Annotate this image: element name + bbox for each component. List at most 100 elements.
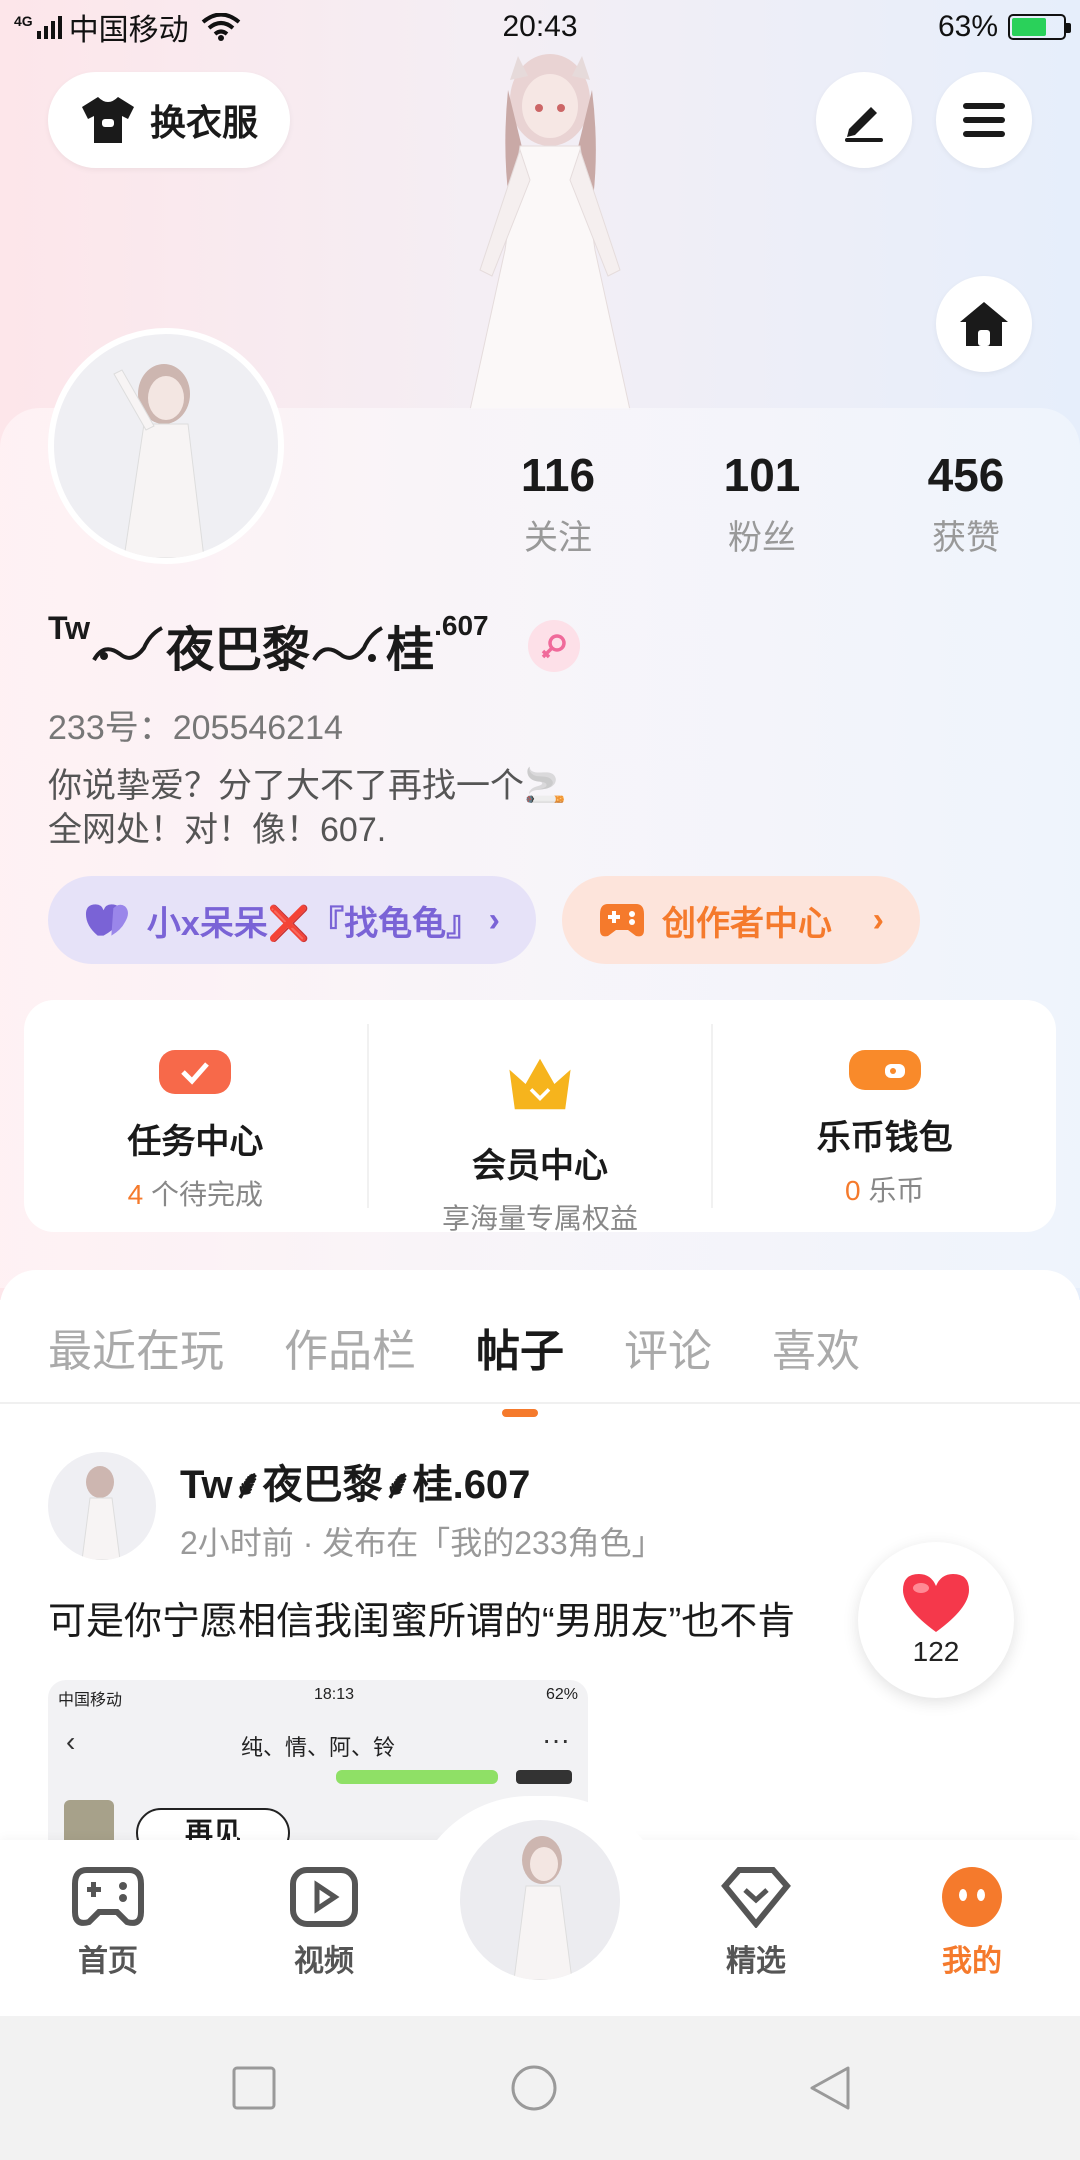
home-circle-icon[interactable] [510, 2064, 558, 2112]
pen-icon [845, 107, 883, 142]
bio: 你说挚爱？分了大不了再找一个🚬 全网处！对！像！607. [48, 764, 566, 852]
wallet[interactable]: 乐币钱包 0 乐币 [711, 1024, 1056, 1208]
nickname: Tw 夜巴黎 桂 .607 [48, 610, 489, 680]
wifi-icon [201, 13, 240, 41]
like-count: 122 [912, 1636, 960, 1667]
crown-glyph [509, 1058, 571, 1110]
stat-likes[interactable]: 456 获赞 [876, 448, 1056, 559]
heart-icon [903, 1574, 969, 1632]
stat-fans-label: 粉丝 [728, 519, 796, 557]
nav-home-label: 首页 [78, 1945, 138, 1978]
gamepad-icon [72, 1867, 144, 1926]
ornament-icon [312, 626, 384, 662]
wallet-count: 0 [845, 1175, 861, 1206]
stat-following[interactable]: 116 关注 [468, 448, 648, 559]
stat-likes-label: 获赞 [932, 519, 1000, 557]
post-time: 2小时前 [180, 1525, 294, 1561]
post-image-status-bar: 中国移动 18:13 62% [58, 1686, 578, 1710]
nickname-part1: 夜巴黎 [166, 624, 311, 677]
female-icon [541, 634, 566, 659]
gamepad-icon [600, 904, 644, 937]
post-published-in[interactable]: 发布在「我的233角色」 [322, 1525, 663, 1561]
bio-line-2: 全网处！对！像！607. [48, 811, 387, 849]
heart-shield-icon [721, 1867, 791, 1928]
post-avatar[interactable] [48, 1452, 156, 1560]
back-triangle-icon[interactable] [806, 2064, 854, 2112]
status-right: 63% [937, 10, 1071, 44]
nav-video[interactable]: 视频 [249, 1866, 399, 1980]
face-icon [942, 1867, 1002, 1927]
nav-home[interactable]: 首页 [33, 1866, 183, 1980]
post-image-carrier: 中国移动 [58, 1692, 123, 1709]
stat-fans[interactable]: 101 粉丝 [672, 448, 852, 559]
nav-center-avatar[interactable] [456, 1816, 624, 1984]
post-text[interactable]: 可是你宁愿相信我闺蜜所谓的“男朋友”也不肯 [48, 1590, 868, 1645]
chat-bubble-green [336, 1770, 498, 1784]
center-avatar-figure [513, 1836, 573, 1980]
creator-center-label: 创作者中心 [662, 904, 832, 943]
crown-icon [504, 1050, 576, 1118]
stat-likes-value: 456 [927, 449, 1005, 501]
home-icon [960, 302, 1008, 346]
wallet-title: 乐币钱包 [816, 1119, 953, 1157]
recents-icon[interactable] [230, 2064, 278, 2112]
bio-line-1: 你说挚爱？分了大不了再找一个🚬 [48, 767, 567, 805]
menu-button[interactable] [936, 72, 1032, 168]
vip-center[interactable]: 会员中心 享海量专属权益 [366, 1024, 712, 1234]
tab-posts[interactable]: 帖子 [476, 1315, 564, 1417]
task-center-count: 4 [127, 1179, 144, 1210]
double-heart-icon [85, 904, 128, 936]
edit-button[interactable] [816, 72, 912, 168]
calendar-check-icon [159, 1050, 232, 1094]
gender-badge [528, 620, 580, 672]
status-left: 4G 中国移动 [14, 5, 241, 49]
dress-up-button[interactable]: 换衣服 [48, 72, 290, 168]
ornament-icon [92, 626, 164, 662]
nav-mine[interactable]: 我的 [897, 1866, 1047, 1980]
nickname-suffix: .607 [434, 610, 489, 641]
dress-up-label: 换衣服 [149, 102, 258, 143]
vip-center-sub: 享海量专属权益 [442, 1203, 639, 1234]
like-button[interactable]: 122 [858, 1542, 1014, 1698]
post-avatar-figure [81, 1466, 121, 1560]
signal-icon [36, 16, 62, 39]
carrier-name: 中国移动 [68, 14, 189, 47]
battery-percent: 63% [937, 10, 998, 43]
calendar-check-glyph [181, 1062, 210, 1085]
avatar-figure [113, 364, 205, 558]
battery-fill [1012, 18, 1047, 36]
stat-fans-value: 101 [723, 449, 801, 501]
stat-following-value: 116 [520, 449, 596, 501]
nav-video-label: 视频 [294, 1945, 354, 1978]
tshirt-icon [81, 97, 134, 143]
battery-icon [1008, 14, 1071, 40]
nickname-suffix-text: 607 [441, 610, 489, 641]
tab-likes[interactable]: 喜欢 [772, 1315, 860, 1379]
tab-works[interactable]: 作品栏 [284, 1315, 416, 1379]
avatar[interactable] [48, 328, 284, 564]
creator-center-button[interactable]: 创作者中心 › [562, 876, 920, 964]
nickname-part2: 桂 [386, 624, 435, 677]
home-button[interactable] [936, 276, 1032, 372]
character-figure [469, 54, 631, 410]
tab-recent-played[interactable]: 最近在玩 [48, 1315, 224, 1379]
tab-comments[interactable]: 评论 [624, 1315, 712, 1379]
wallet-sub: 0 乐币 [845, 1169, 924, 1209]
wallet-glyph [884, 1064, 905, 1078]
chat-avatar [64, 1800, 114, 1840]
task-center-sub: 4 个待完成 [128, 1173, 263, 1213]
nav-mine-label: 我的 [942, 1945, 1002, 1978]
hamburger-menu-icon [963, 103, 1005, 137]
post-meta: 2小时前 · 发布在「我的233角色」 [180, 1518, 664, 1564]
more-dots-icon: ··· [542, 1724, 570, 1755]
group-pill-button[interactable]: 小x呆呆❌『找龟龟』 › [48, 876, 536, 964]
chevron-right-icon: › [488, 900, 500, 939]
nav-featured-label: 精选 [726, 1945, 786, 1978]
post-author[interactable]: Tw⸙夜巴黎⸙桂.607 [180, 1452, 530, 1510]
vip-center-title: 会员中心 [472, 1147, 608, 1185]
wallet-icon [848, 1050, 921, 1090]
nav-featured[interactable]: 精选 [681, 1866, 831, 1980]
task-center[interactable]: 任务中心 4 个待完成 [24, 1024, 367, 1210]
tab-divider [0, 1402, 1080, 1404]
nickname-prefix: Tw [48, 610, 91, 646]
